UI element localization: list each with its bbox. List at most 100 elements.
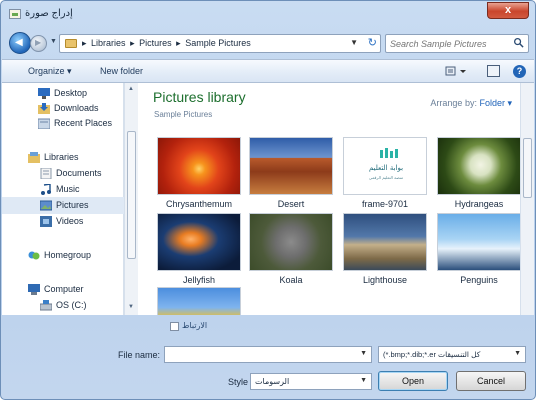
file-thumbnail: بوابة التعليم منصة التعليم الرقمي (343, 137, 427, 195)
file-name: Lighthouse (362, 275, 408, 285)
picture-icon (9, 9, 21, 19)
file-thumbnail (343, 213, 427, 271)
file-thumbnail (157, 137, 241, 195)
breadcrumb-libraries[interactable]: Libraries (91, 38, 126, 48)
scroll-thumb[interactable] (127, 131, 136, 259)
folder-icon (65, 39, 77, 48)
sidebar-item-os-drive[interactable]: OS (C:) (2, 297, 124, 314)
file-item-lighthouse[interactable]: Lighthouse (343, 213, 427, 291)
breadcrumb-pictures[interactable]: Pictures (139, 38, 172, 48)
file-name-label: File name: (118, 350, 161, 360)
scroll-up-icon[interactable]: ▲ (128, 86, 134, 92)
style-dropdown[interactable]: الرسومات ▼ (250, 373, 372, 390)
link-checkbox[interactable] (170, 322, 179, 331)
library-title: Pictures library (153, 89, 246, 105)
cancel-button[interactable]: Cancel (456, 371, 526, 391)
organize-button[interactable]: Organize ▾ (28, 66, 72, 77)
sidebar-item-label: Music (56, 184, 80, 194)
breadcrumb-sample-pictures[interactable]: Sample Pictures (185, 38, 251, 48)
address-bar[interactable]: ▸ Libraries ▸ Pictures ▸ Sample Pictures… (59, 34, 381, 53)
file-item-koala[interactable]: Koala (249, 213, 333, 291)
file-type-filter[interactable]: (*.bmp;*.dib;*.er كل التنسيقات ▼ (378, 346, 526, 363)
navigation-pane: Desktop Downloads Recent Places Librarie… (2, 83, 124, 315)
breadcrumb-separator: ▸ (176, 38, 181, 48)
scroll-down-icon[interactable]: ▼ (128, 304, 134, 310)
breadcrumb: ▸ Libraries ▸ Pictures ▸ Sample Pictures (82, 38, 253, 49)
sidebar-item-label: Computer (44, 284, 84, 294)
search-input[interactable] (390, 37, 508, 50)
sidebar-item-videos[interactable]: Videos (2, 213, 124, 230)
file-name-input[interactable]: ▼ (164, 346, 372, 363)
style-label: Style (228, 377, 249, 387)
file-name: Chrysanthemum (165, 199, 233, 209)
file-name: Koala (279, 275, 303, 285)
sidebar-item-label: Downloads (54, 103, 99, 113)
search-box[interactable] (385, 34, 529, 53)
title-bar: إدراج صورة x (1, 1, 535, 29)
chevron-down-icon[interactable]: ▼ (514, 350, 521, 357)
sidebar-item-label: Videos (56, 216, 84, 226)
libraries-icon (28, 152, 40, 163)
library-subtitle: Sample Pictures (154, 110, 213, 119)
sidebar-item-music[interactable]: Music (2, 181, 124, 198)
videos-icon (40, 216, 52, 227)
sidebar-item-documents[interactable]: Documents (2, 165, 124, 182)
arrange-by-dropdown[interactable]: Folder ▾ (479, 98, 512, 108)
file-thumbnail (249, 137, 333, 195)
sidebar-item-recent-places[interactable]: Recent Places (2, 115, 124, 132)
music-icon (41, 184, 51, 195)
sidebar-item-label: Libraries (44, 152, 79, 162)
style-dropdown-value: الرسومات (255, 377, 290, 386)
file-type-filter-value: (*.bmp;*.dib;*.er كل التنسيقات (383, 350, 481, 359)
open-button[interactable]: Open (378, 371, 448, 391)
forward-button[interactable] (30, 35, 47, 52)
file-thumbnail (437, 213, 521, 271)
file-item-desert[interactable]: Desert (249, 137, 333, 215)
file-name: Hydrangeas (454, 199, 504, 209)
sidebar-item-computer[interactable]: Computer (2, 281, 124, 298)
change-view-icon[interactable] (445, 65, 469, 78)
content-area: Desktop Downloads Recent Places Librarie… (2, 83, 534, 315)
sidebar-item-label: Desktop (54, 88, 88, 98)
file-list-scrollbar[interactable] (520, 83, 534, 315)
sidebar-item-pictures[interactable]: Pictures (2, 197, 124, 214)
education-logo: بوابة التعليم منصة التعليم الرقمي (369, 148, 403, 180)
computer-icon (28, 284, 40, 295)
back-button[interactable] (9, 32, 31, 54)
file-item-jellyfish[interactable]: Jellyfish (157, 213, 241, 291)
command-toolbar: Organize ▾ New folder ? (2, 59, 534, 83)
help-icon[interactable]: ? (513, 65, 526, 78)
breadcrumb-separator: ▸ (82, 38, 87, 48)
file-name: frame-9701 (361, 199, 409, 209)
scroll-thumb[interactable] (523, 138, 532, 198)
homegroup-icon (28, 251, 40, 260)
file-name: Penguins (460, 275, 498, 285)
file-item-hydrangeas[interactable]: Hydrangeas (437, 137, 521, 215)
insert-picture-dialog: إدراج صورة x ▼ ▸ Libraries ▸ Pictures ▸ … (0, 0, 536, 400)
chevron-down-icon[interactable]: ▼ (360, 377, 367, 384)
sidebar-item-homegroup[interactable]: Homegroup (2, 247, 124, 264)
file-thumbnail (437, 137, 521, 195)
refresh-icon[interactable]: ↻ (368, 36, 377, 49)
sidebar-item-libraries[interactable]: Libraries (2, 149, 124, 166)
sidebar-item-label: OS (C:) (56, 300, 87, 310)
navigation-scrollbar[interactable]: ▲ ▼ (124, 83, 138, 315)
recent-pages-dropdown[interactable]: ▼ (50, 38, 57, 45)
file-list-pane: Pictures library Sample Pictures Arrange… (139, 83, 521, 315)
file-item-tulips[interactable] (157, 287, 241, 315)
file-item-penguins[interactable]: Penguins (437, 213, 521, 291)
file-thumbnail (249, 213, 333, 271)
file-thumbnail (157, 213, 241, 271)
file-thumbnail (157, 287, 241, 315)
chevron-down-icon[interactable]: ▼ (360, 350, 367, 357)
file-item-chrysanthemum[interactable]: Chrysanthemum (157, 137, 241, 215)
logo-arabic-text: بوابة التعليم (369, 164, 403, 172)
address-dropdown-icon[interactable]: ▼ (350, 38, 358, 47)
file-item-frame[interactable]: بوابة التعليم منصة التعليم الرقمي frame-… (343, 137, 427, 215)
new-folder-button[interactable]: New folder (100, 66, 143, 76)
preview-pane-icon[interactable] (487, 65, 500, 77)
search-icon[interactable] (513, 37, 524, 48)
close-button[interactable]: x (487, 2, 529, 19)
pictures-icon (40, 200, 52, 211)
breadcrumb-separator: ▸ (130, 38, 135, 48)
